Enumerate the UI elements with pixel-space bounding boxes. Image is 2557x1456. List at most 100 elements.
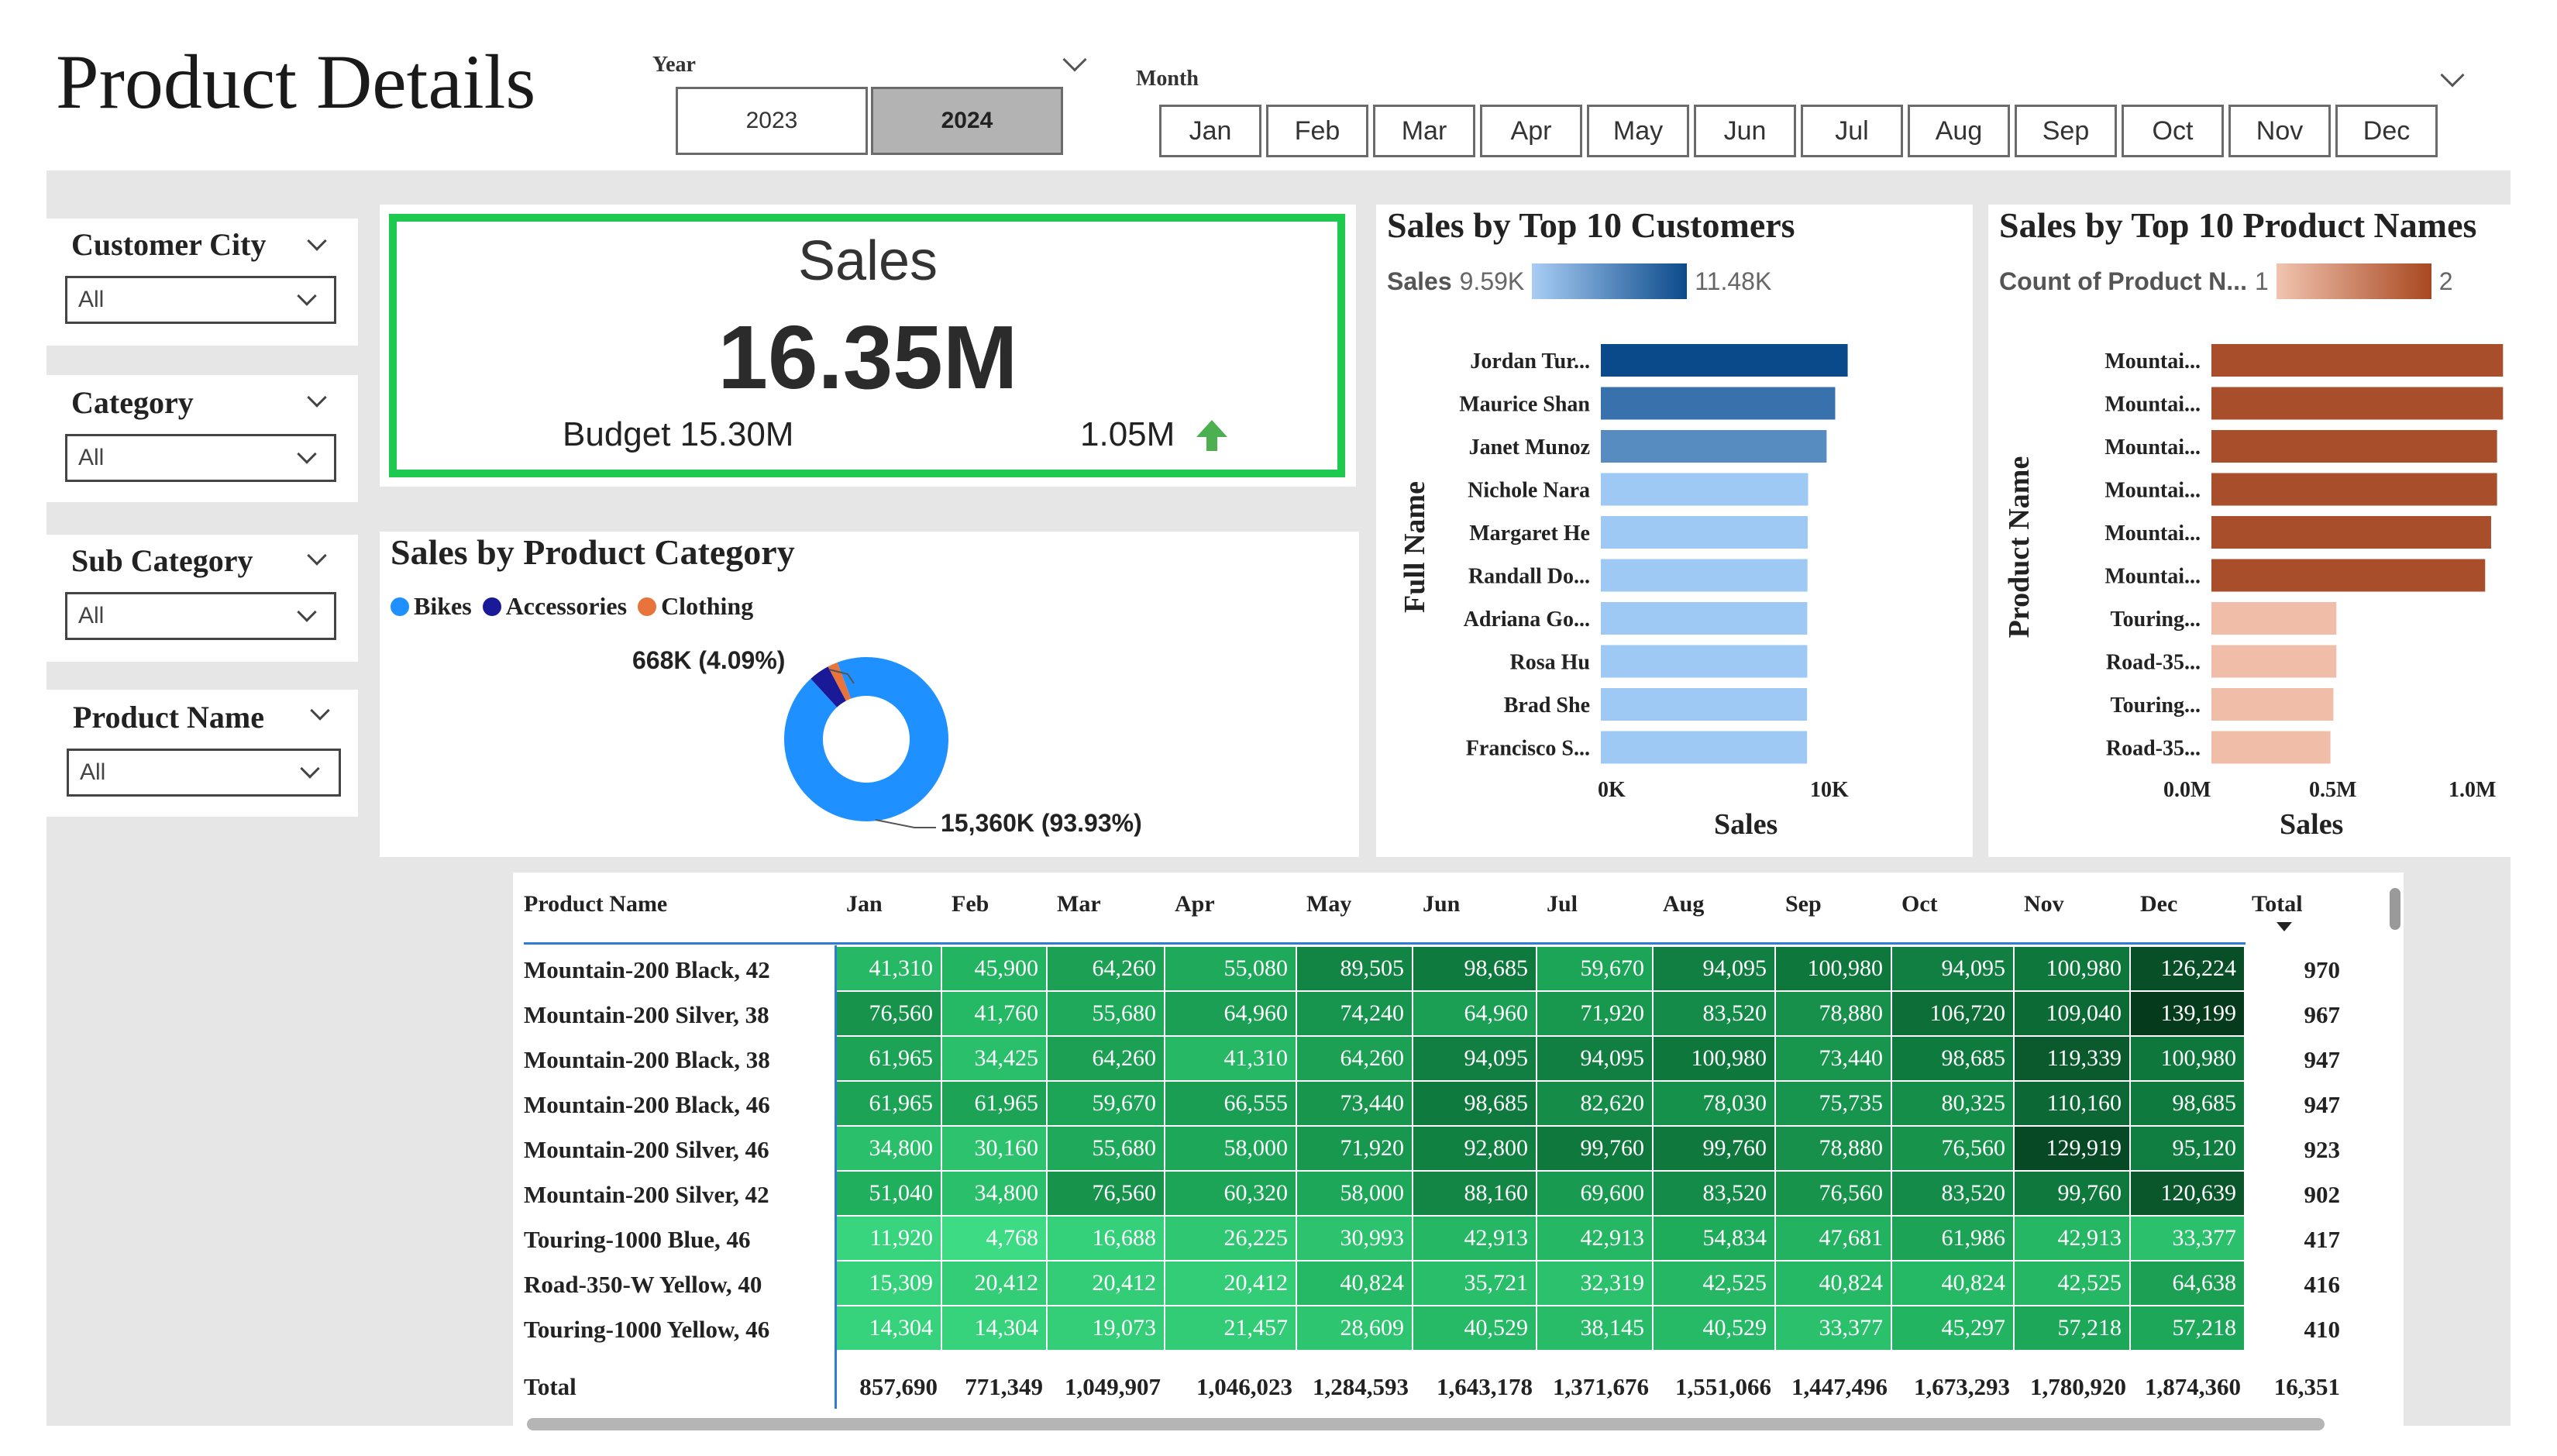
year-dropdown-chevron-icon[interactable] bbox=[1062, 47, 1087, 72]
bar-1[interactable] bbox=[2211, 387, 2504, 420]
month-button-jun[interactable]: Jun bbox=[1694, 105, 1796, 157]
bar-7[interactable] bbox=[2211, 645, 2337, 678]
table-cell: 64,960 bbox=[1413, 992, 1536, 1035]
column-header-product-name[interactable]: Product Name bbox=[524, 891, 667, 917]
month-button-dec[interactable]: Dec bbox=[2335, 105, 2438, 157]
table-cell: 34,425 bbox=[942, 1037, 1046, 1080]
month-dropdown-chevron-icon[interactable] bbox=[2440, 63, 2465, 88]
table-cell: 99,760 bbox=[2015, 1172, 2129, 1215]
table-cell: 40,824 bbox=[1892, 1262, 2013, 1305]
chevron-down-icon[interactable] bbox=[307, 546, 327, 566]
customer-city-select[interactable]: All bbox=[65, 276, 336, 324]
month-button-nov[interactable]: Nov bbox=[2228, 105, 2331, 157]
table-cell: 14,304 bbox=[837, 1306, 941, 1350]
table-cell: 75,735 bbox=[1776, 1082, 1891, 1125]
category-label: Mountai... bbox=[2104, 393, 2201, 417]
bar-8[interactable] bbox=[1601, 688, 1808, 721]
bar-3[interactable] bbox=[1601, 473, 1808, 506]
column-total: 1,874,360 bbox=[2145, 1373, 2241, 1400]
table-cell: 98,685 bbox=[1892, 1037, 2013, 1080]
bar-5[interactable] bbox=[2211, 559, 2486, 592]
bar-8[interactable] bbox=[2211, 688, 2334, 721]
month-button-jul[interactable]: Jul bbox=[1801, 105, 1903, 157]
table-cell: 73,440 bbox=[1776, 1037, 1891, 1080]
category-select[interactable]: All bbox=[65, 434, 336, 482]
horizontal-scrollbar[interactable] bbox=[527, 1418, 2325, 1430]
category-label: Mountai... bbox=[2104, 479, 2201, 503]
month-button-aug[interactable]: Aug bbox=[1908, 105, 2010, 157]
category-label: Janet Munoz bbox=[1469, 435, 1590, 460]
column-header-mar[interactable]: Mar bbox=[1057, 891, 1101, 917]
bar-0[interactable] bbox=[2211, 344, 2504, 377]
sub-category-select[interactable]: All bbox=[65, 592, 336, 640]
table-cell: 38,145 bbox=[1537, 1306, 1652, 1350]
month-button-may[interactable]: May bbox=[1587, 105, 1689, 157]
chevron-down-icon[interactable] bbox=[307, 387, 327, 408]
year-button-2023[interactable]: 2023 bbox=[676, 87, 868, 155]
column-total: 771,349 bbox=[965, 1373, 1043, 1400]
month-button-jan[interactable]: Jan bbox=[1159, 105, 1261, 157]
table-cell: 34,800 bbox=[942, 1172, 1046, 1215]
table-row[interactable]: Mountain-200 Black, 38 61,965 34,425 64,260… bbox=[513, 1037, 2404, 1082]
column-header-feb[interactable]: Feb bbox=[952, 891, 989, 917]
bar-7[interactable] bbox=[1601, 645, 1808, 678]
month-button-feb[interactable]: Feb bbox=[1266, 105, 1368, 157]
bar-4[interactable] bbox=[2211, 516, 2491, 549]
table-cell: 110,160 bbox=[2015, 1082, 2129, 1125]
table-cell: 58,000 bbox=[1297, 1172, 1412, 1215]
table-row[interactable]: Touring-1000 Blue, 46 11,920 4,768 16,688 26… bbox=[513, 1217, 2404, 1262]
column-header-dec[interactable]: Dec bbox=[2140, 891, 2177, 917]
bar-1[interactable] bbox=[1601, 387, 1836, 420]
column-header-may[interactable]: May bbox=[1306, 891, 1351, 917]
table-row[interactable]: Mountain-200 Silver, 42 51,040 34,800 76,56… bbox=[513, 1172, 2404, 1217]
bar-9[interactable] bbox=[2211, 731, 2331, 764]
column-header-aug[interactable]: Aug bbox=[1663, 891, 1704, 917]
column-header-jan[interactable]: Jan bbox=[846, 891, 883, 917]
column-header-oct[interactable]: Oct bbox=[1901, 891, 1938, 917]
month-button-apr[interactable]: Apr bbox=[1480, 105, 1582, 157]
bar-6[interactable] bbox=[1601, 602, 1808, 635]
bar-3[interactable] bbox=[2211, 473, 2497, 506]
sort-desc-icon[interactable] bbox=[2277, 922, 2292, 931]
table-row[interactable]: Mountain-200 Black, 46 61,965 61,965 59,670… bbox=[513, 1082, 2404, 1127]
product-name-select[interactable]: All bbox=[67, 749, 341, 797]
table-cell: 100,980 bbox=[2131, 1037, 2244, 1080]
table-cell: 83,520 bbox=[1654, 1172, 1774, 1215]
donut-slice-bikes[interactable] bbox=[784, 657, 948, 821]
table-row[interactable]: Mountain-200 Silver, 46 34,800 30,160 55,68… bbox=[513, 1127, 2404, 1172]
column-header-apr[interactable]: Apr bbox=[1175, 891, 1215, 917]
bar-0[interactable] bbox=[1601, 344, 1848, 377]
column-header-jun[interactable]: Jun bbox=[1423, 891, 1460, 917]
table-cell: 95,120 bbox=[2131, 1127, 2244, 1170]
month-button-oct[interactable]: Oct bbox=[2122, 105, 2224, 157]
x-tick-1: 0.5M bbox=[2309, 778, 2357, 802]
table-row[interactable]: Road-350-W Yellow, 40 15,309 20,412 20,412 2… bbox=[513, 1262, 2404, 1306]
table-row[interactable]: Mountain-200 Silver, 38 76,560 41,760 55,68… bbox=[513, 992, 2404, 1037]
bar-4[interactable] bbox=[1601, 516, 1808, 549]
vertical-scrollbar[interactable] bbox=[2390, 888, 2400, 930]
category-label: Nichole Nara bbox=[1468, 479, 1590, 503]
month-button-mar[interactable]: Mar bbox=[1373, 105, 1475, 157]
slicer-title: Customer City bbox=[71, 227, 267, 262]
year-button-2024[interactable]: 2024 bbox=[871, 87, 1063, 155]
table-cell: 94,095 bbox=[1892, 947, 2013, 990]
table-cell: 61,965 bbox=[837, 1037, 941, 1080]
chevron-down-icon[interactable] bbox=[310, 700, 330, 721]
table-cell: 76,560 bbox=[1776, 1172, 1891, 1215]
table-cell: 60,320 bbox=[1165, 1172, 1296, 1215]
chevron-down-icon[interactable] bbox=[307, 231, 327, 251]
table-row[interactable]: Touring-1000 Yellow, 46 14,304 14,304 19,07… bbox=[513, 1306, 2404, 1351]
table-cell: 106,720 bbox=[1892, 992, 2013, 1035]
table-row[interactable]: Mountain-200 Black, 42 41,310 45,900 64,260… bbox=[513, 947, 2404, 992]
month-button-sep[interactable]: Sep bbox=[2015, 105, 2117, 157]
table-cell: 89,505 bbox=[1297, 947, 1412, 990]
column-header-jul[interactable]: Jul bbox=[1547, 891, 1578, 917]
bar-6[interactable] bbox=[2211, 602, 2337, 635]
bar-2[interactable] bbox=[2211, 430, 2497, 463]
column-header-total[interactable]: Total bbox=[2252, 891, 2303, 917]
bar-9[interactable] bbox=[1601, 731, 1808, 764]
column-header-nov[interactable]: Nov bbox=[2024, 891, 2064, 917]
bar-2[interactable] bbox=[1601, 430, 1827, 463]
bar-5[interactable] bbox=[1601, 559, 1808, 592]
column-header-sep[interactable]: Sep bbox=[1785, 891, 1822, 917]
